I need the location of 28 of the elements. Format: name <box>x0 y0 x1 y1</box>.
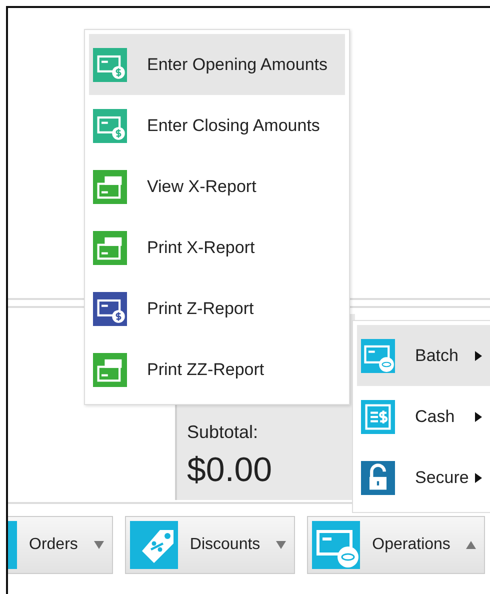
submenu-arrow-icon <box>475 472 482 482</box>
submenu-arrow-icon <box>475 412 482 422</box>
card-coins-icon <box>361 338 395 372</box>
submenu-arrow-icon <box>475 350 482 360</box>
menu-item[interactable]: Enter Opening Amounts <box>89 34 345 95</box>
menu-item[interactable]: Secure <box>357 447 490 508</box>
banknote-card-icon <box>93 230 127 264</box>
toolbar-button[interactable]: Discounts <box>124 516 296 574</box>
toolbar-button[interactable]: Operations <box>307 516 486 574</box>
card-coins-icon <box>312 521 360 569</box>
tag-icon <box>130 521 178 569</box>
menu-item[interactable]: Print ZZ-Report <box>89 339 345 400</box>
menu-item[interactable]: Enter Closing Amounts <box>89 95 345 156</box>
menu-item[interactable]: Print X-Report <box>89 217 345 278</box>
banknote-card-icon <box>93 352 127 386</box>
menu-item[interactable]: View X-Report <box>89 156 345 217</box>
menu-item[interactable]: Print Z-Report <box>89 278 345 339</box>
subtotal-amount: $0.00 <box>187 451 274 490</box>
card-coin-icon <box>93 108 127 142</box>
menu-item[interactable]: Batch <box>357 325 490 386</box>
card-coin-icon <box>93 292 127 326</box>
toolbar-button[interactable]: Orders <box>8 516 113 574</box>
card-coin-icon <box>93 48 127 82</box>
subtotal-label: Subtotal: <box>187 422 260 443</box>
dollar-sheet-icon <box>361 400 395 434</box>
padlock-icon <box>361 460 395 494</box>
menu-item[interactable]: Cash <box>357 386 490 447</box>
banknote-card-icon <box>93 170 127 204</box>
